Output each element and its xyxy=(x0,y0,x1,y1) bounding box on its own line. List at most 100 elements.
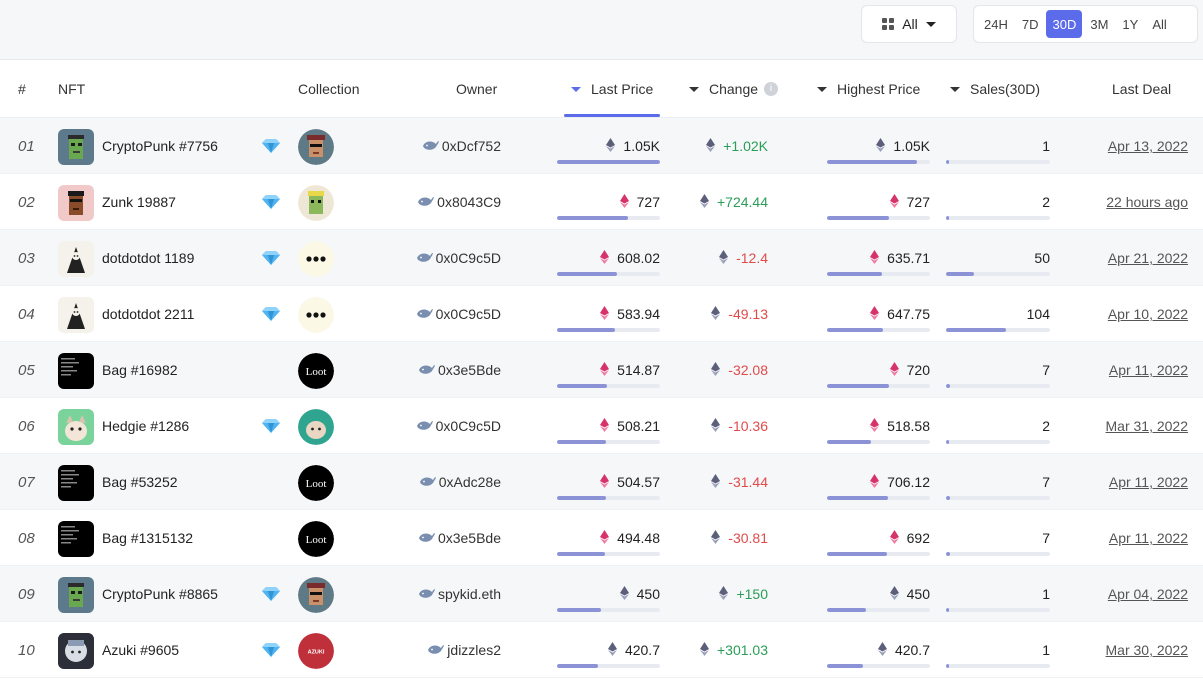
owner-address: 0x0C9c5D xyxy=(435,306,501,322)
last-deal-link[interactable]: 22 hours ago xyxy=(1106,174,1188,230)
nft-thumbnail[interactable] xyxy=(58,353,94,389)
owner-link[interactable]: 0xDcf752 xyxy=(422,118,501,174)
range-button-24h[interactable]: 24H xyxy=(978,10,1014,38)
collection-avatar[interactable]: AZUKI xyxy=(298,633,334,669)
price-change-value: -30.81 xyxy=(728,530,768,546)
nft-name-link[interactable]: CryptoPunk #8865 xyxy=(102,566,218,622)
owner-link[interactable]: 0x0C9c5D xyxy=(416,398,501,454)
last-deal-link[interactable]: Apr 11, 2022 xyxy=(1109,510,1188,566)
last-deal-link[interactable]: Mar 31, 2022 xyxy=(1106,398,1189,454)
price-change-value: +150 xyxy=(736,586,768,602)
range-button-3m[interactable]: 3M xyxy=(1084,10,1114,38)
collection-avatar[interactable] xyxy=(298,241,334,277)
owner-link[interactable]: spykid.eth xyxy=(418,566,501,622)
nft-thumbnail[interactable] xyxy=(58,129,94,165)
collection-avatar[interactable] xyxy=(298,409,334,445)
table-row[interactable]: 08 Bag #1315132 Loot 0x3e5Bde 494.48 -30.81 69… xyxy=(0,510,1203,566)
last-deal-link[interactable]: Apr 04, 2022 xyxy=(1108,566,1188,622)
last-deal-link[interactable]: Mar 30, 2022 xyxy=(1106,622,1189,678)
nft-name-link[interactable]: Bag #16982 xyxy=(102,342,178,398)
collection-filter-dropdown[interactable]: All xyxy=(861,5,957,43)
nft-thumbnail[interactable] xyxy=(58,577,94,613)
nft-name-link[interactable]: Bag #1315132 xyxy=(102,510,193,566)
collection-avatar[interactable]: Loot xyxy=(298,465,334,501)
table-row[interactable]: 09 CryptoPunk #8865 spykid.eth 450 +150 450 1 A… xyxy=(0,566,1203,622)
range-button-all[interactable]: All xyxy=(1146,10,1172,38)
column-sales[interactable]: Sales(30D) xyxy=(950,60,1040,118)
column-change[interactable]: Change i xyxy=(689,60,779,118)
whale-icon xyxy=(417,194,435,211)
last-deal-link[interactable]: Apr 10, 2022 xyxy=(1108,286,1188,342)
table-row[interactable]: 03 dotdotdot 1189 0x0C9c5D 608.02 -12.4 635.7… xyxy=(0,230,1203,286)
nft-name-link[interactable]: Azuki #9605 xyxy=(102,622,179,678)
column-sales-label: Sales(30D) xyxy=(970,81,1041,97)
table-row[interactable]: 06 Hedgie #1286 0x0C9c5D 508.21 -10.36 518.58… xyxy=(0,398,1203,454)
nft-thumbnail[interactable] xyxy=(58,465,94,501)
table-row[interactable]: 07 Bag #53252 Loot 0xAdc28e 504.57 -31.44 706.… xyxy=(0,454,1203,510)
highest-price-bar xyxy=(827,440,930,444)
nft-thumbnail[interactable] xyxy=(58,521,94,557)
table-row[interactable]: 01 CryptoPunk #7756 0xDcf752 1.05K +1.02K 1.0… xyxy=(0,118,1203,174)
last-price-value: 608.02 xyxy=(617,250,660,266)
last-deal-link[interactable]: Apr 13, 2022 xyxy=(1108,118,1188,174)
nft-name-link[interactable]: CryptoPunk #7756 xyxy=(102,118,218,174)
table-row[interactable]: 05 Bag #16982 Loot 0x3e5Bde 514.87 -32.08 720 7… xyxy=(0,342,1203,398)
range-button-30d[interactable]: 30D xyxy=(1046,10,1083,38)
column-rank: # xyxy=(18,81,26,97)
collection-avatar[interactable]: Loot xyxy=(298,353,334,389)
table-row[interactable]: 02 Zunk 19887 0x8043C9 727 +724.44 727 2 22 hou… xyxy=(0,174,1203,230)
owner-link[interactable]: 0xAdc28e xyxy=(419,454,501,510)
table-row[interactable]: 04 dotdotdot 2211 0x0C9c5D 583.94 -49.13 647.… xyxy=(0,286,1203,342)
highest-price-value: 706.12 xyxy=(887,474,930,490)
diamond-icon xyxy=(262,566,280,622)
owner-address: 0x0C9c5D xyxy=(435,418,501,434)
owner-link[interactable]: 0x8043C9 xyxy=(417,174,501,230)
nft-thumbnail[interactable] xyxy=(58,409,94,445)
nft-thumbnail[interactable] xyxy=(58,185,94,221)
row-rank: 05 xyxy=(18,361,35,379)
price-change: +724.44 xyxy=(700,174,768,230)
info-icon[interactable]: i xyxy=(764,82,779,96)
chevron-down-icon xyxy=(925,21,936,27)
range-button-7d[interactable]: 7D xyxy=(1016,10,1045,38)
nft-thumbnail[interactable] xyxy=(58,297,94,333)
sales-bar-fill xyxy=(946,160,950,164)
owner-link[interactable]: 0x3e5Bde xyxy=(418,510,501,566)
range-button-1y[interactable]: 1Y xyxy=(1116,10,1144,38)
whale-icon xyxy=(419,474,437,491)
nft-thumbnail[interactable] xyxy=(58,241,94,277)
last-price-bar-fill xyxy=(557,608,602,612)
eth-icon xyxy=(600,249,610,267)
owner-link[interactable]: 0x0C9c5D xyxy=(416,230,501,286)
nft-thumbnail[interactable] xyxy=(58,633,94,669)
column-highest-price[interactable]: Highest Price xyxy=(817,60,920,118)
column-last-price[interactable]: Last Price xyxy=(571,60,653,118)
highest-price-bar xyxy=(827,216,930,220)
last-deal-link[interactable]: Apr 11, 2022 xyxy=(1109,454,1188,510)
nft-name-link[interactable]: Zunk 19887 xyxy=(102,174,176,230)
last-deal-link[interactable]: Apr 11, 2022 xyxy=(1109,342,1188,398)
highest-price-bar-fill xyxy=(827,608,867,612)
price-change-value: -31.44 xyxy=(728,474,768,490)
nft-name-link[interactable]: Hedgie #1286 xyxy=(102,398,189,454)
owner-link[interactable]: 0x0C9c5D xyxy=(416,286,501,342)
collection-avatar[interactable] xyxy=(298,297,334,333)
owner-link[interactable]: 0x3e5Bde xyxy=(418,342,501,398)
nft-name-link[interactable]: dotdotdot 1189 xyxy=(102,230,194,286)
collection-avatar[interactable] xyxy=(298,577,334,613)
nft-name-link[interactable]: Bag #53252 xyxy=(102,454,178,510)
collection-avatar[interactable] xyxy=(298,185,334,221)
collection-avatar[interactable] xyxy=(298,129,334,165)
nft-name-link[interactable]: dotdotdot 2211 xyxy=(102,286,194,342)
last-deal-link[interactable]: Apr 21, 2022 xyxy=(1108,230,1188,286)
highest-price: 450 xyxy=(889,566,930,622)
row-rank: 09 xyxy=(18,585,35,603)
whale-icon xyxy=(418,362,436,379)
eth-icon xyxy=(711,417,721,435)
highest-price-bar xyxy=(827,160,930,164)
collection-avatar[interactable]: Loot xyxy=(298,521,334,557)
table-row[interactable]: 10 Azuki #9605 AZUKI jdizzles2 420.7 +301.03 4… xyxy=(0,622,1203,678)
highest-price-bar xyxy=(827,664,930,668)
owner-link[interactable]: jdizzles2 xyxy=(427,622,501,678)
sort-caret-icon xyxy=(689,86,699,92)
